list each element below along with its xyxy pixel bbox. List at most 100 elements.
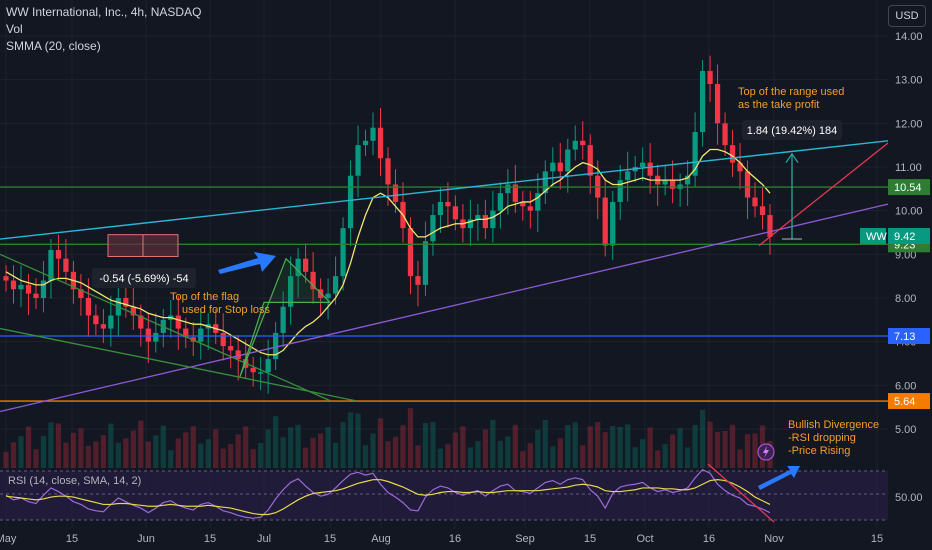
volume-bar — [512, 424, 518, 468]
volume-bar — [347, 412, 354, 468]
take-profit-note-line2: as the take profit — [738, 99, 819, 111]
candle-body — [258, 372, 264, 374]
volume-bar — [625, 424, 631, 468]
volume-bar — [535, 429, 541, 468]
volume-bar — [3, 452, 9, 468]
volume-bar — [737, 449, 743, 468]
volume-bar — [377, 418, 384, 468]
candle-body — [437, 201, 444, 216]
volume-bar — [198, 443, 204, 468]
volume-bar — [400, 425, 406, 468]
volume-bar — [123, 438, 129, 468]
volume-bar — [130, 430, 136, 468]
candle-body — [445, 201, 451, 207]
candle-body — [362, 140, 369, 146]
volume-bar — [550, 446, 556, 468]
volume-bar — [385, 441, 391, 468]
candle-body — [430, 215, 436, 242]
volume-bar — [138, 420, 144, 468]
candle-body — [385, 158, 391, 185]
candle-body — [714, 84, 721, 124]
volume-bar — [467, 447, 474, 468]
candle-body — [475, 215, 481, 220]
price-tick-label: 10.00 — [895, 206, 923, 218]
price-tick-label: 14.00 — [895, 31, 923, 43]
volume-bar — [100, 435, 106, 468]
candle-body — [497, 193, 503, 211]
volume-bar — [265, 429, 271, 468]
candle-body — [265, 359, 271, 373]
volume-bar — [70, 432, 77, 468]
orange-level-badge: 5.64 — [894, 396, 915, 408]
candle-body — [722, 123, 728, 146]
volume-bar — [632, 447, 638, 468]
price-tick-label: 8.00 — [895, 293, 916, 305]
candle-body — [610, 201, 616, 246]
volume-bar — [744, 434, 751, 468]
candle-body — [228, 346, 234, 351]
candle-body — [280, 306, 286, 333]
candle-body — [662, 180, 668, 185]
candle-body — [175, 315, 181, 329]
volume-bar — [610, 426, 616, 468]
candle-body — [250, 367, 256, 373]
candle-body — [10, 280, 17, 290]
price-tick-label: 12.00 — [895, 118, 923, 130]
price-chart[interactable]: RSI (14, close, SMA, 14, 2) -0.54 (-5.69… — [0, 0, 932, 550]
time-tick-label: 15 — [204, 533, 216, 545]
volume-bar — [602, 432, 608, 468]
candle-body — [18, 284, 24, 290]
volume-bar — [190, 426, 196, 468]
time-tick-label: 15 — [324, 533, 336, 545]
volume-bar — [557, 438, 563, 468]
volume-bar — [565, 425, 571, 468]
volume-bar — [595, 422, 601, 468]
chart-legend: WW International, Inc., 4h, NASDAQ Vol S… — [6, 4, 201, 55]
volume-bar — [490, 419, 496, 468]
volume-bar — [707, 421, 713, 468]
time-tick-label: 15 — [66, 533, 78, 545]
volume-bar — [25, 426, 32, 468]
price-tick-label: 13.00 — [895, 75, 923, 87]
candle-body — [550, 162, 556, 172]
volume-indicator-label[interactable]: Vol — [6, 21, 201, 38]
volume-bar — [235, 434, 241, 468]
rsi-pane: RSI (14, close, SMA, 14, 2) — [0, 468, 888, 521]
volume-bar — [258, 443, 264, 468]
volume-bar — [205, 439, 211, 468]
volume-bar — [243, 426, 249, 468]
volume-bar — [460, 426, 466, 468]
volume-bar — [18, 436, 24, 468]
time-tick-label: Nov — [764, 533, 784, 545]
volume-bar — [714, 431, 721, 468]
volume-bar — [280, 437, 286, 468]
time-tick-label: 16 — [449, 533, 461, 545]
candle-body — [625, 171, 631, 181]
candle-body — [767, 215, 773, 237]
volume-bar — [729, 424, 736, 468]
volume-bar — [317, 433, 324, 468]
measure-down-label: -0.54 (-5.69%) -54 — [99, 273, 188, 285]
ticker-tag: WW — [866, 231, 887, 243]
candle-body — [452, 206, 459, 220]
volume-bar — [310, 437, 316, 468]
symbol-title[interactable]: WW International, Inc., 4h, NASDAQ — [6, 4, 201, 21]
candle-body — [153, 332, 159, 342]
candle-body — [647, 162, 653, 176]
candle-body — [85, 298, 92, 316]
volume-bar — [527, 443, 533, 468]
resistance-level-badge: 10.54 — [894, 182, 922, 194]
volume-bar — [699, 409, 706, 468]
smma-indicator-label[interactable]: SMMA (20, close) — [6, 38, 201, 55]
candle-body — [602, 197, 608, 246]
candle-body — [557, 162, 563, 172]
volume-bar — [250, 449, 256, 468]
volume-bar — [115, 442, 121, 468]
volume-bar — [684, 447, 691, 468]
candle-body — [752, 197, 758, 207]
candle-body — [505, 184, 511, 194]
currency-button[interactable]: USD — [888, 5, 926, 27]
candle-body — [422, 241, 429, 285]
candle-body — [640, 162, 646, 167]
volume-bar — [752, 433, 758, 468]
